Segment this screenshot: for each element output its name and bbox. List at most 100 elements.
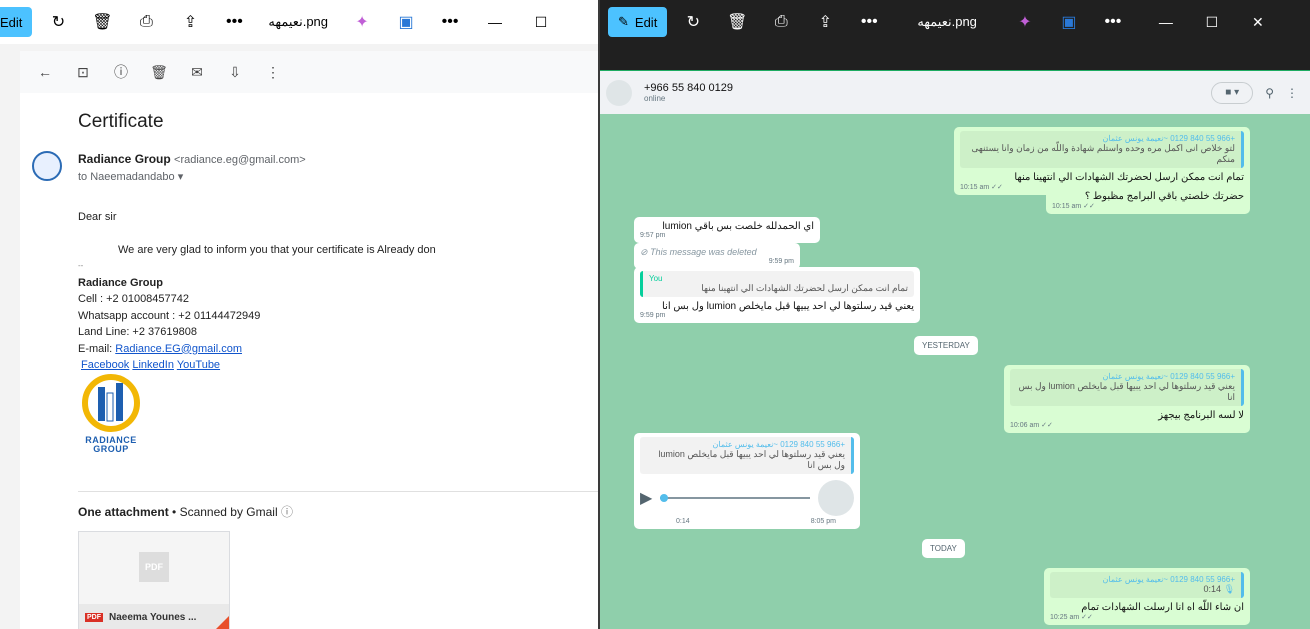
divider (78, 491, 598, 492)
quoted-message[interactable]: You تمام انت ممكن ارسل لحضرتك الشهادات ا… (640, 271, 914, 297)
report-spam-icon[interactable]: ⓘ (104, 55, 138, 89)
message-bubble[interactable]: حضرتك خلصتي باقي البرامج مظبوط ؟ 10:15 a… (1046, 187, 1250, 214)
message-bubble[interactable]: اي الحمدلله خلصت بس باقي lumion 9:57 pm (634, 217, 820, 243)
designer-icon[interactable]: ▣ (384, 0, 428, 44)
message-bubble[interactable]: You تمام انت ممكن ارسل لحضرتك الشهادات ا… (634, 267, 920, 323)
attachment-count: One attachment (78, 505, 169, 519)
recipient-text: to Naeemadandabo (78, 171, 175, 183)
pdf-badge-icon: PDF (85, 612, 103, 622)
signature-email-link[interactable]: Radiance.EG@gmail.com (115, 343, 242, 355)
radiance-logo: RADIANCE GROUP (78, 373, 144, 455)
message-text: تمام انت ممكن ارسل لحضرتك الشهادات الي ا… (1014, 172, 1244, 183)
attachment-name-bar: PDF Naeema Younes ... (79, 604, 229, 629)
designer-icon[interactable]: ▣ (1047, 0, 1091, 44)
voice-message-bubble[interactable]: +966 55 840 0129 ~نعيمة يونس عثمان يعني … (634, 433, 860, 529)
chat-header: +966 55 840 0129 online ■ ▾ ⚲ ⋮ (600, 71, 1310, 114)
quoted-message[interactable]: +966 55 840 0129 ~نعيمة يونس عثمان لتو خ… (960, 131, 1244, 168)
file-title: نعيمهه.png (268, 14, 329, 29)
message-time: 10:25 am ✓✓ (1050, 614, 1093, 621)
pdf-thumbnail-icon: PDF (139, 552, 169, 582)
rotate-icon[interactable]: ↻ (36, 0, 80, 44)
message-text: حضرتك خلصتي باقي البرامج مظبوط ؟ (1084, 191, 1244, 202)
share-icon[interactable]: ⇪ (803, 0, 847, 44)
chevron-down-icon[interactable]: ▾ (178, 171, 184, 183)
quote-author: You (649, 274, 663, 283)
quote-author: +966 55 840 0129 ~نعيمة يونس عثمان (1102, 134, 1235, 143)
signature-name: Radiance Group (78, 276, 163, 289)
attachment-card[interactable]: PDF PDF Naeema Younes ... (78, 531, 230, 629)
copilot-icon[interactable]: ✦ (1003, 0, 1047, 44)
voice-duration: 0:14 (676, 518, 690, 525)
more-options-icon[interactable]: ••• (1091, 0, 1135, 44)
print-icon[interactable]: ⎙ (759, 0, 803, 44)
sender-avatar (32, 151, 62, 181)
youtube-link[interactable]: YouTube (177, 359, 220, 371)
play-icon[interactable]: ▶ (640, 488, 652, 508)
sender-email: <radiance.eg@gmail.com> (174, 154, 306, 166)
minimize-icon[interactable]: — (472, 0, 518, 44)
signature-email-line: E-mail: Radiance.EG@gmail.com (78, 341, 436, 358)
message-time: 8:05 pm (810, 518, 836, 525)
search-icon[interactable]: ⚲ (1265, 86, 1274, 100)
whatsapp-screenshot: +966 55 840 0129 online ■ ▾ ⚲ ⋮ +966 55 … (600, 70, 1310, 629)
quote-text: لتو خلاص انى اكمل مره وحده واستلم شهادة … (971, 143, 1235, 164)
copilot-icon[interactable]: ✦ (340, 0, 384, 44)
quoted-message[interactable]: +966 55 840 0129 ~نعيمة يونس عثمان يعني … (1010, 369, 1244, 406)
maximize-icon[interactable]: ☐ (518, 0, 564, 44)
facebook-link[interactable]: Facebook (81, 359, 129, 371)
viewer-titlebar: Edit ↻ 🗑 ⎙ ⇪ ••• نعيمهه.png ✦ ▣ ••• — ☐ (0, 0, 598, 44)
more-icon[interactable]: ••• (212, 0, 256, 44)
message-bubble[interactable]: +966 55 840 0129 ~نعيمة يونس عثمان لتو خ… (954, 127, 1250, 195)
sender-line: Radiance Group <radiance.eg@gmail.com> (78, 152, 306, 166)
quoted-message[interactable]: +966 55 840 0129 ~نعيمة يونس عثمان يعني … (640, 437, 854, 474)
archive-icon[interactable]: ⊡ (66, 55, 100, 89)
voice-waveform[interactable] (660, 494, 810, 502)
body-text: We are very glad to inform you that your… (118, 243, 436, 256)
quote-author: +966 55 840 0129 ~نعيمة يونس عثمان (1102, 575, 1235, 584)
message-bubble[interactable]: +966 55 840 0129 ~نعيمة يونس عثمان يعني … (1004, 365, 1250, 433)
contact-avatar[interactable] (606, 79, 632, 106)
message-bubble[interactable]: +966 55 840 0129 ~نعيمة يونس عثمان 🎙 0:1… (1044, 568, 1250, 625)
menu-icon[interactable]: ⋮ (1286, 86, 1298, 100)
quote-text: تمام انت ممكن ارسل لحضرتك الشهادات الي ا… (701, 283, 908, 293)
delete-icon[interactable]: 🗑 (80, 0, 124, 44)
mark-unread-icon[interactable]: ✉ (180, 55, 214, 89)
message-time: 9:59 pm (640, 312, 666, 319)
email-body: Dear sir We are very glad to inform you … (78, 209, 436, 374)
linkedin-link[interactable]: LinkedIn (132, 359, 174, 371)
more-icon[interactable]: ••• (847, 0, 891, 44)
print-icon[interactable]: ⎙ (124, 0, 168, 44)
deleted-message-bubble[interactable]: ⊘ This message was deleted 9:59 pm (634, 243, 800, 269)
edit-button-right[interactable]: ✎ Edit (608, 7, 668, 37)
edit-button-label-right: Edit (634, 14, 658, 30)
delete-icon[interactable]: 🗑 (715, 0, 759, 44)
edit-button[interactable]: Edit (0, 7, 33, 37)
video-call-icon[interactable]: ■ ▾ (1211, 81, 1254, 104)
back-arrow-icon[interactable]: ← (28, 55, 62, 89)
message-time: 9:57 pm (640, 232, 666, 239)
share-icon[interactable]: ⇪ (168, 0, 212, 44)
quote-author: +966 55 840 0129 ~نعيمة يونس عثمان (712, 440, 845, 449)
maximize-icon[interactable]: ☐ (1189, 0, 1235, 44)
more-options-icon[interactable]: ••• (428, 0, 472, 44)
social-links: Facebook LinkedIn YouTube (78, 357, 436, 374)
quote-author: +966 55 840 0129 ~نعيمة يونس عثمان (1102, 372, 1235, 381)
message-time: 9:59 pm (768, 258, 794, 265)
minimize-icon[interactable]: — (1143, 0, 1189, 44)
edit-button-label: Edit (0, 14, 23, 30)
quoted-message[interactable]: +966 55 840 0129 ~نعيمة يونس عثمان 🎙 0:1… (1050, 572, 1244, 598)
progress-dot[interactable] (660, 494, 669, 502)
message-text: لا لسه البرنامج بيجهز (1158, 410, 1244, 421)
contact-info[interactable]: +966 55 840 0129 online (644, 82, 733, 103)
blocked-icon: ⊘ (640, 247, 648, 257)
quote-text: يعني قيد رسلتوها لي احد يبيها قبل مايخلص… (658, 449, 845, 470)
move-to-icon[interactable]: ⇩ (218, 55, 252, 89)
close-icon[interactable]: ✕ (1235, 0, 1281, 44)
voice-player: ▶ (640, 478, 854, 518)
recipient-line[interactable]: to Naeemadandabo ▾ (78, 170, 183, 183)
info-icon[interactable]: ⓘ (281, 505, 293, 519)
voice-meta: 0:14 8:05 pm (640, 518, 854, 525)
more-vert-icon[interactable]: ⋮ (256, 55, 290, 89)
rotate-icon[interactable]: ↻ (671, 0, 715, 44)
trash-icon[interactable]: 🗑 (142, 55, 176, 89)
